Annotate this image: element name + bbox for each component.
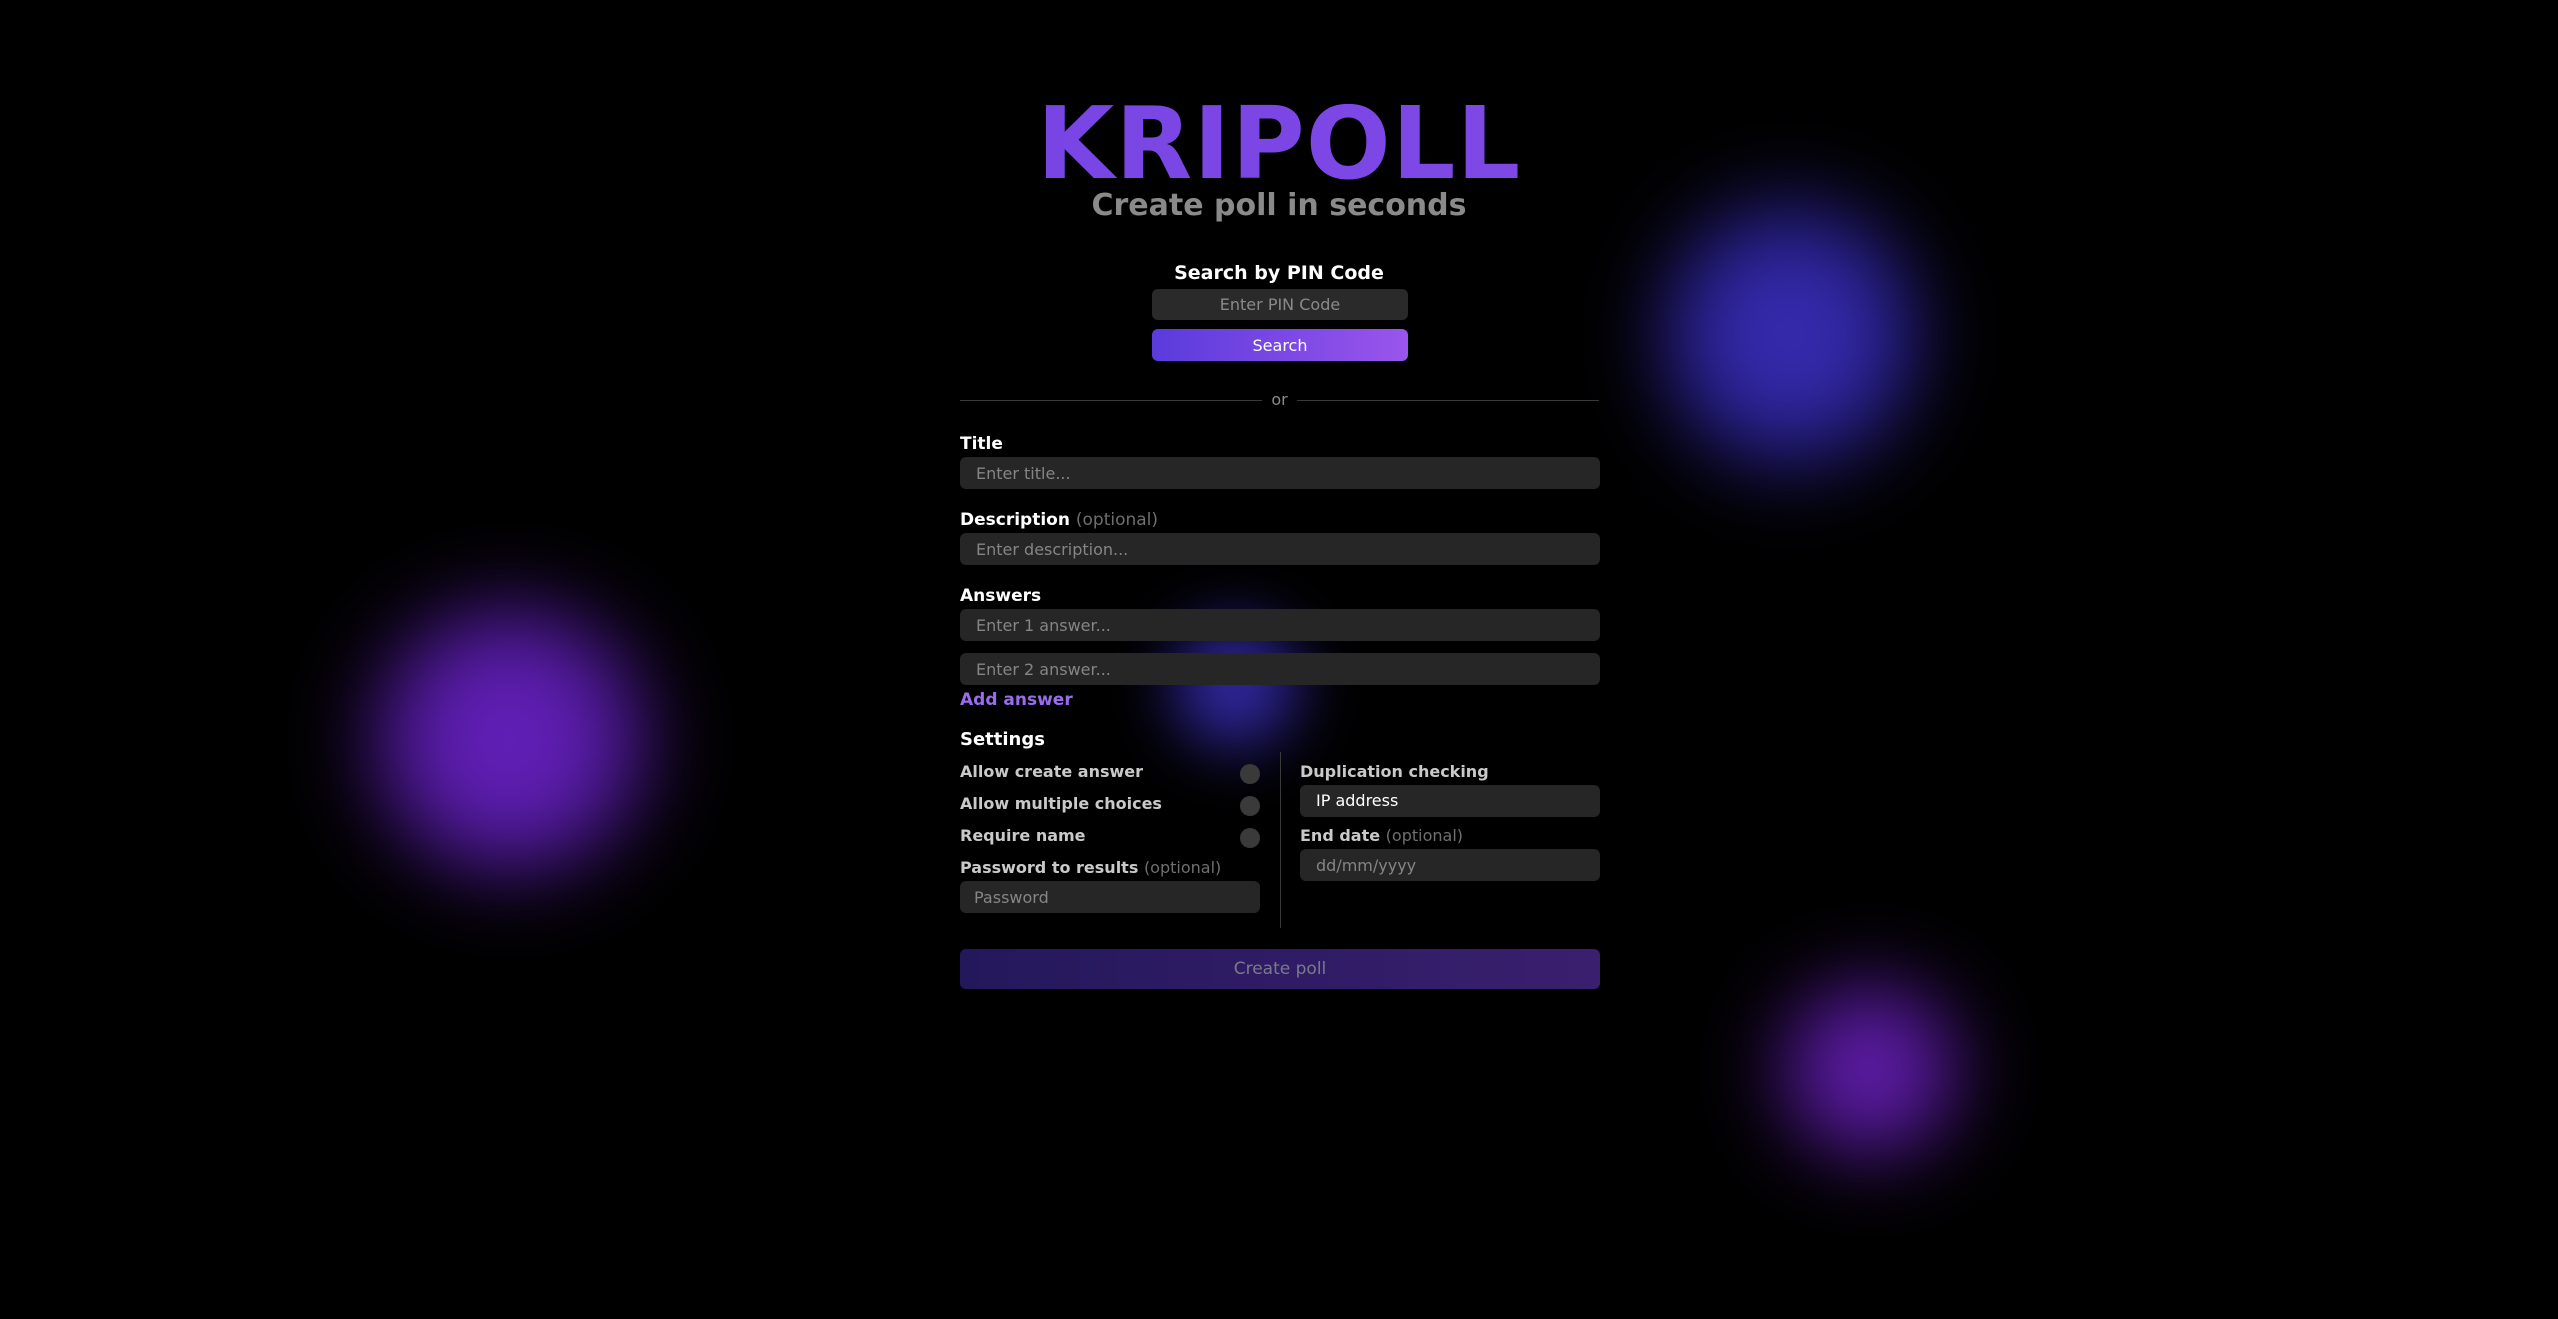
optional-hint: (optional) xyxy=(1385,826,1463,845)
password-label: Password to results (optional) xyxy=(960,858,1221,877)
allow-create-answer-toggle[interactable] xyxy=(1240,764,1260,784)
setting-allow-create-answer: Allow create answer xyxy=(960,762,1260,784)
page: KRIPOLL Create poll in seconds Search by… xyxy=(0,0,2558,1319)
pin-search-label: Search by PIN Code xyxy=(1174,262,1384,284)
title-label: Title xyxy=(960,434,1003,454)
description-input[interactable] xyxy=(960,533,1600,565)
search-button[interactable]: Search xyxy=(1152,329,1408,361)
optional-hint: (optional) xyxy=(1075,510,1159,530)
end-date-input[interactable] xyxy=(1300,849,1600,881)
setting-label: Require name xyxy=(960,826,1086,845)
duplication-checking-select[interactable]: IP address xyxy=(1300,785,1600,817)
setting-allow-multiple-choices: Allow multiple choices xyxy=(960,794,1260,816)
divider-line xyxy=(1297,400,1599,401)
settings-title: Settings xyxy=(960,729,1045,750)
answer-input-1[interactable] xyxy=(960,609,1600,641)
require-name-toggle[interactable] xyxy=(1240,828,1260,848)
allow-multiple-choices-toggle[interactable] xyxy=(1240,796,1260,816)
password-label-text: Password to results xyxy=(960,858,1139,877)
create-poll-button[interactable]: Create poll xyxy=(960,949,1600,989)
title-input[interactable] xyxy=(960,457,1600,489)
end-date-label: End date (optional) xyxy=(1300,826,1463,845)
tagline: Create poll in seconds xyxy=(1091,188,1467,223)
optional-hint: (optional) xyxy=(1143,858,1222,877)
main-content: KRIPOLL Create poll in seconds Search by… xyxy=(0,0,2558,1319)
duplication-checking-label: Duplication checking xyxy=(1300,762,1489,781)
description-label: Description (optional) xyxy=(960,510,1158,530)
add-answer-link[interactable]: Add answer xyxy=(960,690,1073,710)
password-input[interactable] xyxy=(960,881,1260,913)
divider-line xyxy=(960,400,1262,401)
pin-code-input[interactable] xyxy=(1152,289,1408,320)
setting-label: Allow create answer xyxy=(960,762,1144,781)
logo: KRIPOLL xyxy=(0,88,2558,200)
setting-label: Allow multiple choices xyxy=(960,794,1162,813)
divider-text: or xyxy=(1271,390,1288,409)
answer-input-2[interactable] xyxy=(960,653,1600,685)
end-date-label-text: End date xyxy=(1300,826,1381,845)
settings-separator xyxy=(1280,752,1281,928)
description-label-text: Description xyxy=(960,510,1070,530)
setting-require-name: Require name xyxy=(960,826,1260,848)
answers-label: Answers xyxy=(960,586,1042,606)
